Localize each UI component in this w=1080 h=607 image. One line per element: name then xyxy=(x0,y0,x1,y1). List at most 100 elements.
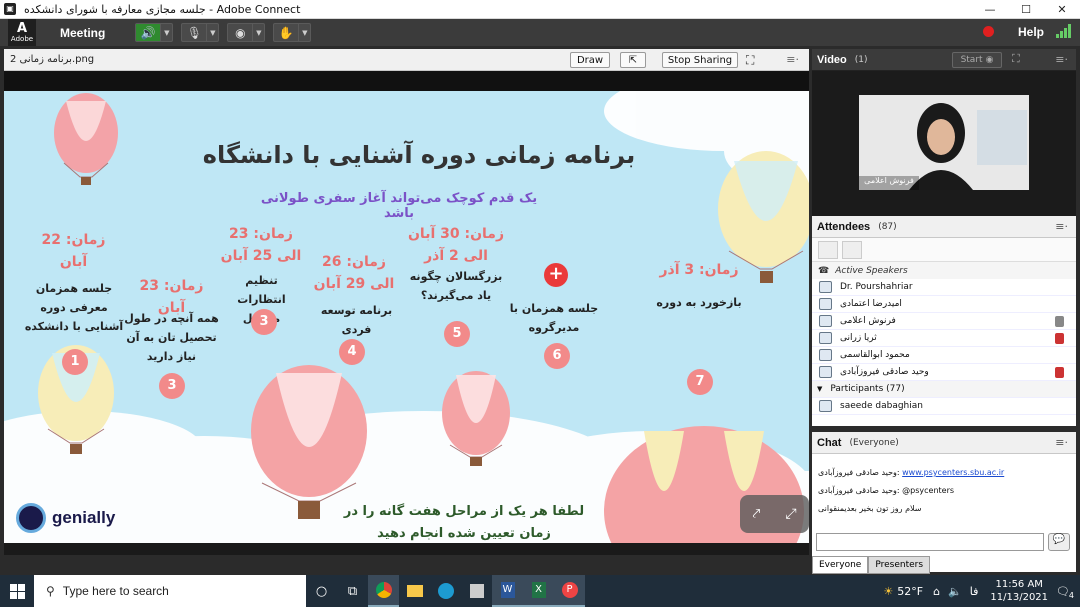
expand-icon[interactable]: ⤢ xyxy=(785,506,796,522)
stop-sharing-button[interactable]: Stop Sharing xyxy=(662,52,738,68)
volume-icon[interactable]: 🔈 xyxy=(948,585,962,598)
speaker-toggle-button[interactable]: 🔊 ▼ xyxy=(135,23,174,42)
store-icon[interactable] xyxy=(461,575,492,607)
chevron-down-icon[interactable]: ▼ xyxy=(817,385,822,393)
meeting-menu[interactable]: Meeting xyxy=(60,26,105,40)
excel-icon[interactable]: X xyxy=(523,575,554,607)
pod-options-icon[interactable]: ≡· xyxy=(786,53,799,66)
pod-options-icon[interactable]: ≡· xyxy=(1055,220,1068,233)
step-5-time: زمان: 30 آبان الی 2 آذر xyxy=(407,226,505,264)
taskbar-search[interactable]: ⚲ Type here to search xyxy=(34,575,306,607)
chat-link[interactable]: www.psycenters.sbu.ac.ir xyxy=(902,468,1004,477)
webcam-icon: ◉ xyxy=(235,25,246,40)
step-4-time: زمان: 26 الی 29 آبان xyxy=(313,254,395,292)
edge-icon[interactable] xyxy=(430,575,461,607)
attendee-row[interactable]: امیدرضا اعتمادی xyxy=(812,296,1076,313)
attendee-name: ثریا زرانی xyxy=(840,333,877,343)
connection-signal-icon xyxy=(1056,24,1071,38)
chrome-icon[interactable] xyxy=(368,575,399,607)
status-view-icon[interactable] xyxy=(842,240,862,259)
clock-time: 11:56 AM xyxy=(995,579,1043,590)
tab-presenters[interactable]: Presenters xyxy=(868,556,931,574)
video-count: (1) xyxy=(854,54,868,65)
chat-message: سلام روز تون بخیر بعدیمنقوانی xyxy=(818,504,922,513)
language-indicator[interactable]: فا xyxy=(970,585,979,598)
file-explorer-icon[interactable] xyxy=(399,575,430,607)
pointer-tool-button[interactable]: ⇱ xyxy=(620,52,646,68)
webcam-toggle-button[interactable]: ◉ ▼ xyxy=(227,23,266,42)
network-icon[interactable]: ⌂ xyxy=(933,585,940,598)
chevron-down-icon[interactable]: ▼ xyxy=(252,24,264,41)
video-pod-title: Video xyxy=(817,53,847,66)
attendee-name: محمود ابوالقاسمی xyxy=(840,350,910,360)
pod-options-icon[interactable]: ≡· xyxy=(1055,436,1068,449)
host-icon xyxy=(819,281,832,293)
chat-text: سلام روز تون بخیر بعدیمنقوانی xyxy=(818,504,922,513)
list-view-icon[interactable] xyxy=(818,240,838,259)
chevron-down-icon[interactable]: ▼ xyxy=(160,24,172,41)
chat-scope: (Everyone) xyxy=(849,437,899,448)
close-window-button[interactable]: ✕ xyxy=(1044,0,1080,19)
participant-icon xyxy=(819,400,832,412)
tab-everyone[interactable]: Everyone xyxy=(812,556,869,574)
clock-date: 11/13/2021 xyxy=(990,592,1049,603)
search-icon: ⚲ xyxy=(46,584,55,598)
attendee-name: امیدرضا اعتمادی xyxy=(840,299,902,309)
attendee-name: Dr. Pourshahriar xyxy=(840,282,913,292)
windows-start-button[interactable] xyxy=(0,575,34,607)
adobe-logo-text: Adobe xyxy=(10,34,34,43)
word-icon[interactable]: W xyxy=(492,575,523,607)
help-menu[interactable]: Help xyxy=(1018,25,1044,39)
pod-options-icon[interactable]: ≡· xyxy=(1055,53,1068,66)
taskbar-clock[interactable]: 11:56 AM 11/13/2021 xyxy=(990,578,1048,604)
system-tray: ☀ 52°F ⌂ 🔈 فا 11:56 AM 11/13/2021 🗨 4 xyxy=(883,575,1080,607)
share-icon[interactable]: ⤤ xyxy=(752,506,760,522)
step-5-text: بزرگسالان چگونه یاد می‌گیرند؟ xyxy=(409,270,503,302)
step-4-text: برنامه توسعه فردی xyxy=(320,304,393,336)
attendee-name: فرنوش اعلامی xyxy=(840,316,896,326)
step-7-text: بازخورد به دوره xyxy=(656,296,742,309)
step-1-time: زمان: 22 آبان xyxy=(41,232,106,270)
adobe-logo-icon: A Adobe xyxy=(8,19,36,46)
start-webcam-button[interactable]: Start ◉ xyxy=(952,52,1002,68)
genially-brand-text: genially xyxy=(52,508,116,527)
attendee-name: وحید صادقی فیروزآبادی xyxy=(840,367,929,377)
temperature[interactable]: 52°F xyxy=(897,585,923,598)
video-pod: Video (1) Start ◉ ⛶ ≡· فرنوش اعلامی xyxy=(812,49,1076,222)
attendee-row[interactable]: Dr. Pourshahriar xyxy=(812,279,1076,296)
attendee-row[interactable]: ثریا زرانی xyxy=(812,330,1076,347)
step-6-plus-icon: + xyxy=(544,263,568,287)
attendee-row[interactable]: وحید صادقی فیروزآبادی xyxy=(812,364,1076,381)
raise-hand-button[interactable]: ✋ ▼ xyxy=(273,23,312,42)
task-view-icon[interactable]: ⧉ xyxy=(337,575,368,607)
fullscreen-icon[interactable]: ⛶ xyxy=(746,53,754,68)
fullscreen-icon[interactable]: ⛶ xyxy=(1012,52,1020,66)
chat-user: وحید صادقی فیروزآبادی: xyxy=(818,468,900,477)
adobe-connect-icon[interactable]: P xyxy=(554,575,585,607)
chat-send-button[interactable]: 💬 xyxy=(1048,533,1070,551)
step-2-number: 3 xyxy=(159,373,185,399)
maximize-button[interactable]: ☐ xyxy=(1008,0,1044,19)
participants-section-header[interactable]: ▼ Participants (77) xyxy=(812,381,1076,398)
recording-icon[interactable] xyxy=(983,26,994,37)
microphone-toggle-button[interactable]: 🎙 ▼ xyxy=(181,23,220,42)
host-icon xyxy=(819,366,832,378)
video-area: فرنوش اعلامی xyxy=(812,71,1076,222)
chat-pod-header: Chat (Everyone) ≡· xyxy=(812,432,1076,454)
step-7-time: زمان: 3 آذر xyxy=(659,262,739,278)
chevron-down-icon[interactable]: ▼ xyxy=(298,24,310,41)
chat-input[interactable] xyxy=(816,533,1044,551)
attendee-row[interactable]: saeede dabaghian xyxy=(812,398,1076,415)
cortana-icon[interactable]: ○ xyxy=(306,575,337,607)
minimize-button[interactable]: — xyxy=(972,0,1008,19)
attendee-row[interactable]: محمود ابوالقاسمی xyxy=(812,347,1076,364)
presenter-name-label: فرنوش اعلامی xyxy=(859,176,919,190)
attendee-view-toolbar xyxy=(812,238,1076,262)
microphone-muted-icon xyxy=(1055,366,1064,378)
chevron-down-icon[interactable]: ▼ xyxy=(206,24,218,41)
raise-hand-icon: ✋ xyxy=(278,25,294,40)
attendee-row[interactable]: فرنوش اعلامی xyxy=(812,313,1076,330)
notification-icon[interactable]: 🗨 4 xyxy=(1056,585,1074,600)
draw-button[interactable]: Draw xyxy=(570,52,610,68)
notification-count: 4 xyxy=(1068,590,1074,600)
